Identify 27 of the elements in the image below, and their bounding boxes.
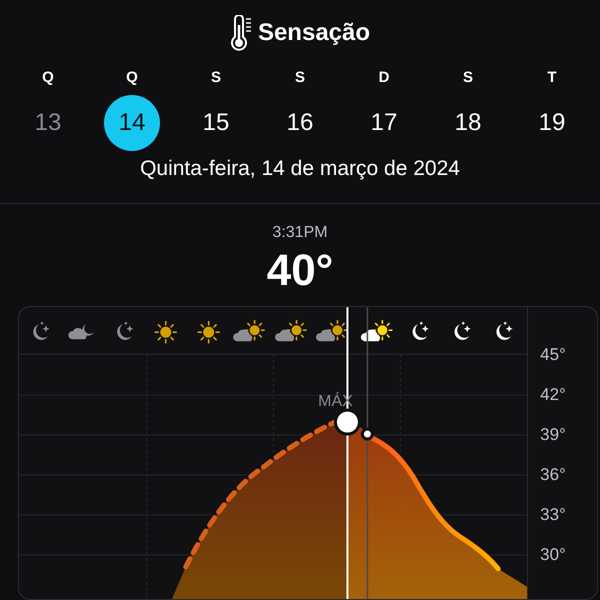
day-button[interactable]: 18	[440, 95, 496, 152]
day-button[interactable]: 17	[356, 95, 412, 152]
weekday-label: Q	[42, 68, 54, 88]
axis-label: 36°	[539, 464, 567, 486]
axis-label: 39°	[539, 424, 567, 446]
day-button[interactable]: 16	[272, 95, 328, 152]
weekday-label: D	[378, 68, 390, 88]
axis-label: 45°	[539, 344, 567, 366]
weekday-label: S	[294, 68, 305, 88]
weekday-label: T	[547, 68, 557, 88]
weekday-label: S	[210, 68, 221, 88]
axis-label: 33°	[539, 504, 567, 526]
max-point[interactable]	[334, 408, 361, 436]
header-title: Sensação	[258, 18, 370, 47]
thermometer-icon	[230, 14, 252, 51]
current-point	[360, 427, 374, 440]
weekday-label: S	[462, 68, 473, 88]
day-button[interactable]: 15	[188, 95, 244, 152]
weekday-label: Q	[126, 68, 138, 88]
axis-label: 42°	[539, 384, 567, 406]
day-button[interactable]: 13	[20, 95, 76, 152]
axis-label: 30°	[539, 544, 567, 566]
temperature-value: 40°	[266, 246, 334, 296]
time-label: 3:31PM	[272, 224, 328, 242]
date-label: Quinta-feira, 14 de março de 2024	[140, 157, 460, 182]
day-button[interactable]: 19	[524, 95, 580, 152]
day-button[interactable]: 14	[104, 95, 160, 152]
